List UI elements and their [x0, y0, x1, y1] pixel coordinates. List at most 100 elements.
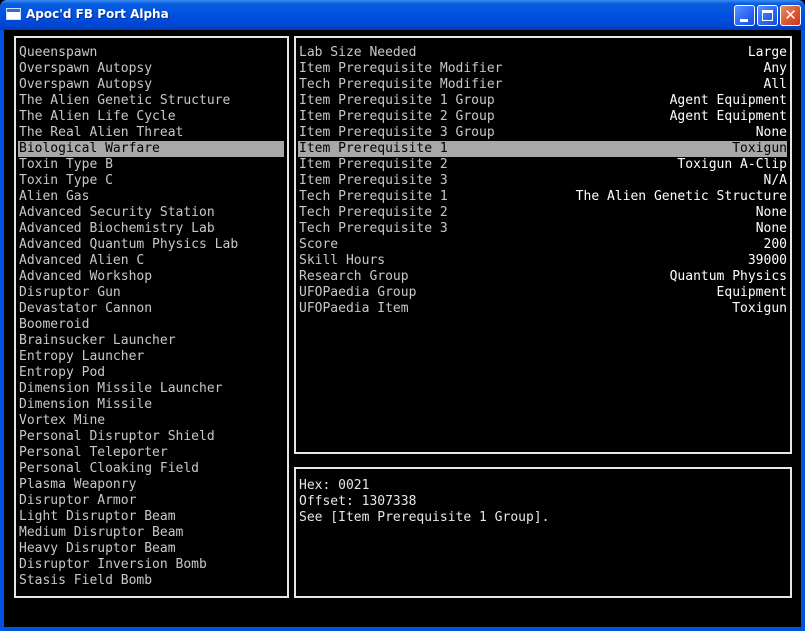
- property-value: Toxigun A-Clip: [677, 157, 787, 172]
- property-row[interactable]: Tech Prerequisite 1 The Alien Genetic Str…: [298, 189, 787, 205]
- research-list-item[interactable]: Light Disruptor Beam: [18, 509, 284, 525]
- property-row[interactable]: UFOPaedia Group Equipment: [298, 285, 787, 301]
- close-icon: ✕: [784, 6, 797, 24]
- property-value: The Alien Genetic Structure: [575, 189, 787, 204]
- property-label: Research Group: [299, 269, 409, 284]
- research-list-item[interactable]: The Real Alien Threat: [18, 125, 284, 141]
- research-list-item[interactable]: Plasma Weaponry: [18, 477, 284, 493]
- property-label: Tech Prerequisite 2: [299, 205, 448, 220]
- app-window: Apoc'd FB Port Alpha ✕ Queenspawn Overspa…: [0, 0, 805, 631]
- property-label: Tech Prerequisite 1: [299, 189, 448, 204]
- property-row[interactable]: Item Prerequisite 1 Toxigun: [298, 141, 787, 157]
- research-list-item[interactable]: Dimension Missile Launcher: [18, 381, 284, 397]
- research-list-item[interactable]: Advanced Alien C: [18, 253, 284, 269]
- property-label: Item Prerequisite 1: [299, 141, 448, 156]
- window-app-icon[interactable]: [6, 8, 21, 20]
- property-label: UFOPaedia Group: [299, 285, 417, 300]
- maximize-button[interactable]: [757, 5, 778, 26]
- research-list-item[interactable]: Overspawn Autopsy: [18, 61, 284, 77]
- property-row[interactable]: Item Prerequisite 3 Group None: [298, 125, 787, 141]
- research-list-item[interactable]: Entropy Launcher: [18, 349, 284, 365]
- minimize-icon: [740, 19, 748, 22]
- property-value: 39000: [747, 253, 787, 268]
- property-label: Item Prerequisite Modifier: [299, 61, 503, 76]
- property-label: Item Prerequisite 2 Group: [299, 109, 495, 124]
- offset-readout: Offset: 1307338: [299, 494, 417, 509]
- research-list-item[interactable]: Advanced Workshop: [18, 269, 284, 285]
- property-label: Score: [299, 237, 339, 252]
- property-value: Any: [763, 61, 787, 76]
- property-value: Agent Equipment: [669, 109, 787, 124]
- property-row[interactable]: UFOPaedia Item Toxigun: [298, 301, 787, 317]
- properties-panel[interactable]: Lab Size Needed Large Item Prerequisite Mo…: [294, 36, 792, 454]
- title-bar[interactable]: Apoc'd FB Port Alpha ✕: [0, 0, 805, 30]
- property-label: Item Prerequisite 1 Group: [299, 93, 495, 108]
- property-label: Lab Size Needed: [299, 45, 417, 60]
- research-list-item[interactable]: Dimension Missile: [18, 397, 284, 413]
- property-row[interactable]: Tech Prerequisite 3 None: [298, 221, 787, 237]
- research-list-item[interactable]: Stasis Field Bomb: [18, 573, 284, 589]
- research-list-item[interactable]: The Alien Life Cycle: [18, 109, 284, 125]
- property-value: 200: [763, 237, 787, 252]
- research-list-item[interactable]: Boomeroid: [18, 317, 284, 333]
- property-row[interactable]: Lab Size Needed Large: [298, 45, 787, 61]
- research-list-item[interactable]: Entropy Pod: [18, 365, 284, 381]
- research-list-item[interactable]: Toxin Type C: [18, 173, 284, 189]
- property-label: Tech Prerequisite 3: [299, 221, 448, 236]
- property-row[interactable]: Item Prerequisite 3 N/A: [298, 173, 787, 189]
- window-title: Apoc'd FB Port Alpha: [26, 7, 169, 21]
- research-list-item[interactable]: Queenspawn: [18, 45, 284, 61]
- property-row[interactable]: Research Group Quantum Physics: [298, 269, 787, 285]
- client-area: Queenspawn Overspawn Autopsy Overspawn Aut…: [4, 30, 801, 627]
- property-value: Quantum Physics: [669, 269, 787, 284]
- research-list-item[interactable]: Heavy Disruptor Beam: [18, 541, 284, 557]
- research-list-item[interactable]: Toxin Type B: [18, 157, 284, 173]
- research-list-panel[interactable]: Queenspawn Overspawn Autopsy Overspawn Aut…: [14, 36, 289, 598]
- property-label: Skill Hours: [299, 253, 386, 268]
- property-value: Large: [747, 45, 787, 60]
- property-row[interactable]: Item Prerequisite 1 Group Agent Equipment: [298, 93, 787, 109]
- research-list-item[interactable]: Advanced Biochemistry Lab: [18, 221, 284, 237]
- research-list-item[interactable]: Personal Disruptor Shield: [18, 429, 284, 445]
- research-list-item[interactable]: Personal Teleporter: [18, 445, 284, 461]
- research-list-item[interactable]: Advanced Quantum Physics Lab: [18, 237, 284, 253]
- info-panel: Hex: 0021 Offset: 1307338 See [Item Prer…: [294, 467, 792, 598]
- property-value: All: [763, 77, 787, 92]
- property-row[interactable]: Item Prerequisite 2 Toxigun A-Clip: [298, 157, 787, 173]
- research-list-item[interactable]: Advanced Security Station: [18, 205, 284, 221]
- research-list-item[interactable]: Alien Gas: [18, 189, 284, 205]
- property-label: Item Prerequisite 3 Group: [299, 125, 495, 140]
- property-value: Agent Equipment: [669, 93, 787, 108]
- research-list-item[interactable]: Disruptor Inversion Bomb: [18, 557, 284, 573]
- property-value: None: [755, 205, 787, 220]
- research-list-item[interactable]: Disruptor Armor: [18, 493, 284, 509]
- property-row[interactable]: Skill Hours 39000: [298, 253, 787, 269]
- research-list-item[interactable]: The Alien Genetic Structure: [18, 93, 284, 109]
- maximize-icon: [762, 10, 773, 21]
- property-label: Tech Prerequisite Modifier: [299, 77, 503, 92]
- property-label: Item Prerequisite 3: [299, 173, 448, 188]
- property-row[interactable]: Score 200: [298, 237, 787, 253]
- properties-list[interactable]: Lab Size Needed Large Item Prerequisite Mo…: [296, 38, 790, 317]
- field-description: See [Item Prerequisite 1 Group].: [299, 510, 550, 525]
- property-value: Equipment: [716, 285, 787, 300]
- property-row[interactable]: Item Prerequisite 2 Group Agent Equipment: [298, 109, 787, 125]
- property-row[interactable]: Tech Prerequisite 2 None: [298, 205, 787, 221]
- research-list-item[interactable]: Disruptor Gun: [18, 285, 284, 301]
- research-list-item[interactable]: Vortex Mine: [18, 413, 284, 429]
- research-list-item[interactable]: Devastator Cannon: [18, 301, 284, 317]
- property-row[interactable]: Item Prerequisite Modifier Any: [298, 61, 787, 77]
- research-list-item[interactable]: Brainsucker Launcher: [18, 333, 284, 349]
- property-value: None: [755, 125, 787, 140]
- research-list-item[interactable]: Overspawn Autopsy: [18, 77, 284, 93]
- property-value: N/A: [763, 173, 787, 188]
- property-value: Toxigun: [732, 301, 787, 316]
- research-list-item[interactable]: Personal Cloaking Field: [18, 461, 284, 477]
- research-list[interactable]: Queenspawn Overspawn Autopsy Overspawn Aut…: [16, 38, 287, 589]
- property-label: Item Prerequisite 2: [299, 157, 448, 172]
- minimize-button[interactable]: [734, 5, 755, 26]
- research-list-item[interactable]: Biological Warfare: [18, 141, 284, 157]
- property-row[interactable]: Tech Prerequisite Modifier All: [298, 77, 787, 93]
- research-list-item[interactable]: Medium Disruptor Beam: [18, 525, 284, 541]
- close-button[interactable]: ✕: [780, 5, 801, 26]
